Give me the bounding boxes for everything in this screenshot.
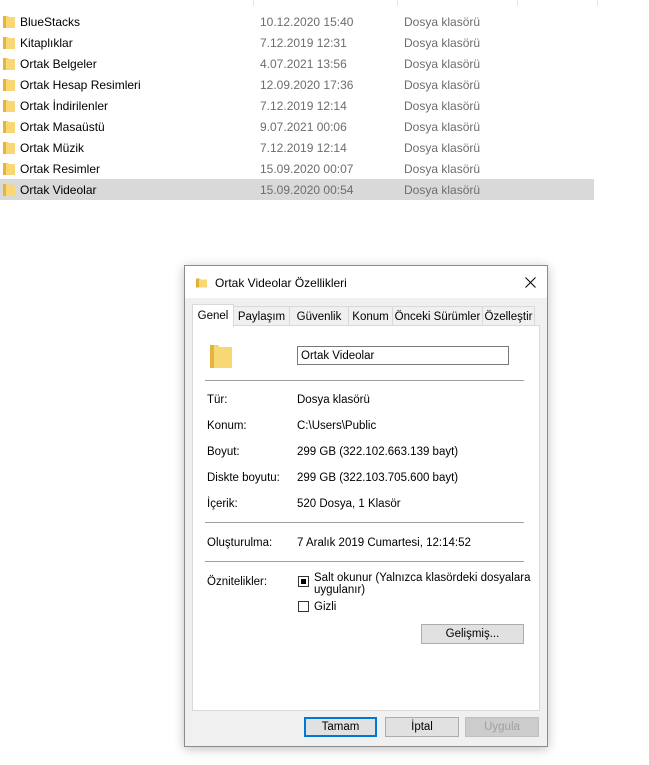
file-date-modified: 12.09.2020 17:36 — [260, 77, 354, 92]
folder-icon — [3, 16, 15, 28]
folder-icon — [3, 163, 15, 175]
created-value: 7 Aralık 2019 Cumartesi, 12:14:52 — [297, 537, 471, 549]
folder-icon — [3, 37, 15, 49]
file-date-modified: 7.12.2019 12:14 — [260, 140, 347, 155]
close-button[interactable] — [513, 266, 547, 298]
size-label: Boyut: — [207, 446, 240, 458]
tab-sharing[interactable]: Paylaşım — [233, 306, 290, 326]
file-row[interactable]: Ortak Resimler 15.09.2020 00:07 Dosya klas… — [0, 158, 594, 179]
readonly-label-line1: Salt okunur (Yalnızca klasördeki dosyala… — [314, 572, 531, 584]
contents-label: İçerik: — [207, 498, 238, 510]
file-type: Dosya klasörü — [404, 77, 481, 92]
column-divider[interactable] — [517, 0, 518, 6]
file-row[interactable]: Ortak Müzik 7.12.2019 12:14 Dosya klasörü — [0, 137, 594, 158]
file-type: Dosya klasörü — [404, 119, 481, 134]
folder-icon — [3, 121, 15, 133]
file-name: Ortak Videolar — [20, 182, 97, 197]
file-row[interactable]: Kitaplıklar 7.12.2019 12:31 Dosya klasörü — [0, 32, 594, 53]
folder-icon — [3, 100, 15, 112]
file-date-modified: 15.09.2020 00:54 — [260, 182, 354, 197]
dialog-title: Ortak Videolar Özellikleri — [215, 276, 347, 290]
file-name: Ortak Masaüstü — [20, 119, 105, 134]
file-type: Dosya klasörü — [404, 140, 481, 155]
column-divider[interactable] — [397, 0, 398, 6]
file-type: Dosya klasörü — [404, 14, 481, 29]
title-bar[interactable]: Ortak Videolar Özellikleri — [185, 266, 547, 298]
readonly-label-line2: uygulanır) — [314, 584, 366, 596]
separator — [205, 380, 524, 381]
readonly-label[interactable]: Salt okunur (Yalnızca klasördeki dosyala… — [314, 572, 530, 596]
file-name: BlueStacks — [20, 14, 81, 29]
file-date-modified: 4.07.2021 13:56 — [260, 56, 347, 71]
tab-security[interactable]: Güvenlik — [289, 306, 349, 326]
file-name: Ortak Belgeler — [20, 56, 97, 71]
tab-customize[interactable]: Özelleştir — [482, 306, 535, 326]
file-name: Kitaplıklar — [20, 35, 73, 50]
folder-icon — [196, 278, 207, 288]
hidden-label[interactable]: Gizli — [314, 601, 336, 613]
folder-icon — [3, 184, 15, 196]
file-name: Ortak Hesap Resimleri — [20, 77, 141, 92]
file-type: Dosya klasörü — [404, 56, 481, 71]
properties-dialog: Ortak Videolar Özellikleri Genel Paylaşı… — [184, 265, 548, 747]
location-value: C:\Users\Public — [297, 420, 377, 432]
file-date-modified: 10.12.2020 15:40 — [260, 14, 354, 29]
file-row[interactable]: Ortak İndirilenler 7.12.2019 12:14 Dosya k… — [0, 95, 594, 116]
readonly-checkbox[interactable] — [298, 576, 309, 587]
location-label: Konum: — [207, 420, 247, 432]
file-date-modified: 15.09.2020 00:07 — [260, 161, 354, 176]
folder-icon — [210, 345, 232, 368]
folder-icon — [3, 58, 15, 70]
separator — [205, 561, 524, 562]
advanced-button[interactable]: Gelişmiş... — [421, 624, 524, 644]
file-row[interactable]: BlueStacks 10.12.2020 15:40 Dosya klasörü — [0, 11, 594, 32]
cancel-button[interactable]: İptal — [385, 717, 459, 737]
folder-icon — [3, 79, 15, 91]
tab-general[interactable]: Genel — [192, 304, 234, 327]
file-date-modified: 7.12.2019 12:14 — [260, 98, 347, 113]
file-name: Ortak Resimler — [20, 161, 101, 176]
disk-size-label: Diskte boyutu: — [207, 472, 280, 484]
close-icon — [524, 276, 536, 288]
separator — [205, 522, 524, 523]
apply-button[interactable]: Uygula — [465, 717, 539, 737]
created-label: Oluşturulma: — [207, 537, 273, 549]
file-row[interactable]: Ortak Videolar 15.09.2020 00:54 Dosya klas… — [0, 179, 594, 200]
file-row[interactable]: Ortak Hesap Resimleri 12.09.2020 17:36 Dos… — [0, 74, 594, 95]
disk-size-value: 299 GB (322.103.705.600 bayt) — [297, 472, 459, 484]
folder-icon — [3, 142, 15, 154]
file-name: Ortak İndirilenler — [20, 98, 109, 113]
ok-button[interactable]: Tamam — [304, 717, 377, 737]
column-divider[interactable] — [253, 0, 254, 6]
folder-name-input[interactable] — [297, 346, 509, 365]
file-row[interactable]: Ortak Masaüstü 9.07.2021 00:06 Dosya klasö… — [0, 116, 594, 137]
general-panel: Tür: Dosya klasörü Konum: C:\Users\Publi… — [192, 325, 540, 711]
file-type: Dosya klasörü — [404, 35, 481, 50]
file-name: Ortak Müzik — [20, 140, 85, 155]
size-value: 299 GB (322.102.663.139 bayt) — [297, 446, 459, 458]
file-list: BlueStacks 10.12.2020 15:40 Dosya klasörü K… — [0, 0, 649, 210]
file-type: Dosya klasörü — [404, 182, 481, 197]
file-date-modified: 9.07.2021 00:06 — [260, 119, 347, 134]
file-row[interactable]: Ortak Belgeler 4.07.2021 13:56 Dosya klasö… — [0, 53, 594, 74]
tab-previous-versions[interactable]: Önceki Sürümler — [392, 306, 483, 326]
file-date-modified: 7.12.2019 12:31 — [260, 35, 347, 50]
hidden-checkbox[interactable] — [298, 601, 309, 612]
attributes-label: Öznitelikler: — [207, 576, 268, 588]
type-value: Dosya klasörü — [297, 394, 370, 406]
tab-location[interactable]: Konum — [348, 306, 393, 326]
file-type: Dosya klasörü — [404, 98, 481, 113]
column-divider[interactable] — [597, 0, 598, 6]
contents-value: 520 Dosya, 1 Klasör — [297, 498, 401, 510]
type-label: Tür: — [207, 394, 228, 406]
file-type: Dosya klasörü — [404, 161, 481, 176]
